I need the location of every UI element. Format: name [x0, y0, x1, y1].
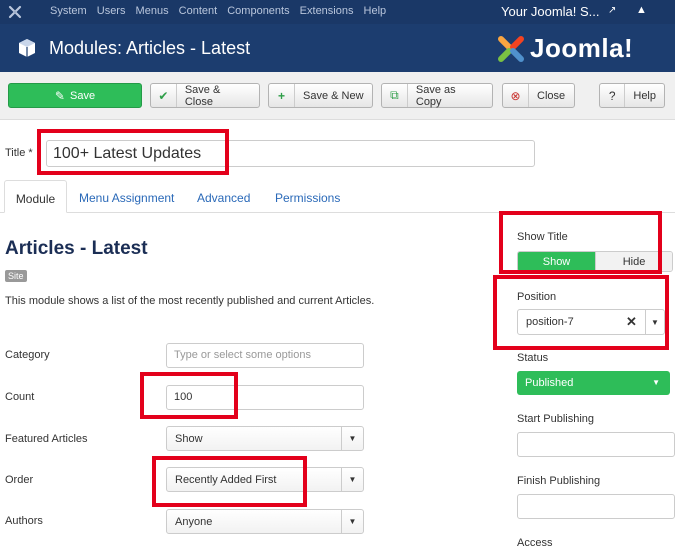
tab-bar: Module Menu Assignment Advanced Permissi…	[0, 180, 675, 213]
highlight-order	[152, 456, 307, 507]
menu-help[interactable]: Help	[364, 5, 387, 17]
count-label: Count	[5, 391, 35, 403]
status-label: Status	[517, 352, 549, 364]
joomla-logo-text: Joomla!	[530, 33, 634, 63]
status-select[interactable]: Published ▼	[517, 371, 670, 395]
tab-menu-assignment[interactable]: Menu Assignment	[79, 180, 174, 213]
authors-label: Authors	[5, 515, 43, 527]
save-button[interactable]: ✎ Save	[8, 83, 142, 108]
page-header: Modules: Articles - Latest Joomla!	[0, 24, 675, 72]
plus-icon: +	[269, 84, 295, 107]
caret-down-icon: ▼	[652, 378, 660, 387]
highlight-count	[140, 372, 238, 419]
start-publishing-input[interactable]	[517, 432, 675, 457]
question-icon: ?	[600, 84, 626, 107]
title-label: Title *	[5, 147, 33, 159]
cancel-icon: ⊗	[503, 84, 529, 107]
caret-down-icon: ▼	[341, 510, 363, 533]
save-copy-button[interactable]: ⧉ Save as Copy	[381, 83, 493, 108]
page-title: Modules: Articles - Latest	[49, 38, 251, 58]
start-publishing-label: Start Publishing	[517, 413, 595, 425]
access-label: Access	[517, 537, 553, 549]
authors-select[interactable]: Anyone ▼	[166, 509, 364, 534]
top-menu: System Users Menus Content Components Ex…	[50, 5, 393, 17]
order-label: Order	[5, 474, 34, 486]
checkmark-icon: ✔	[151, 84, 177, 107]
user-menu-icon[interactable]: ▲	[636, 4, 647, 16]
save-close-button[interactable]: ✔ Save & Close	[150, 83, 260, 108]
close-button[interactable]: ⊗ Close	[502, 83, 575, 108]
site-badge: Site	[5, 270, 27, 282]
tab-module[interactable]: Module	[4, 180, 67, 213]
tab-advanced[interactable]: Advanced	[197, 180, 250, 213]
category-input[interactable]: Type or select some options	[166, 343, 364, 368]
featured-label: Featured Articles	[5, 433, 88, 445]
finish-publishing-label: Finish Publishing	[517, 475, 601, 487]
toolbar: ✎ Save ✔ Save & Close + Save & New ⧉ Sav…	[0, 72, 675, 120]
menu-menus[interactable]: Menus	[136, 5, 169, 17]
copy-icon: ⧉	[382, 84, 408, 107]
menu-components[interactable]: Components	[227, 5, 289, 17]
top-nav-bar: System Users Menus Content Components Ex…	[0, 0, 675, 24]
module-title: Articles - Latest	[5, 238, 148, 259]
save-new-button[interactable]: + Save & New	[268, 83, 373, 108]
highlight-show-title	[499, 211, 662, 274]
module-description: This module shows a list of the most rec…	[5, 295, 375, 307]
highlight-position	[493, 275, 669, 350]
finish-publishing-input[interactable]	[517, 494, 675, 519]
featured-select[interactable]: Show ▼	[166, 426, 364, 451]
cube-icon	[19, 39, 35, 57]
help-button[interactable]: ? Help	[599, 83, 665, 108]
caret-down-icon: ▼	[341, 427, 363, 450]
caret-down-icon: ▼	[341, 468, 363, 491]
menu-extensions[interactable]: Extensions	[300, 5, 354, 17]
joomla-icon[interactable]	[7, 4, 23, 20]
tab-permissions[interactable]: Permissions	[275, 180, 340, 213]
site-link[interactable]: Your Joomla! S...	[501, 4, 600, 19]
edit-icon: ✎	[54, 88, 65, 103]
highlight-title	[37, 129, 229, 175]
menu-system[interactable]: System	[50, 5, 87, 17]
menu-users[interactable]: Users	[97, 5, 126, 17]
joomla-logo-icon	[498, 36, 524, 62]
menu-content[interactable]: Content	[179, 5, 218, 17]
external-link-icon[interactable]: ↗	[608, 5, 616, 16]
category-label: Category	[5, 349, 50, 361]
